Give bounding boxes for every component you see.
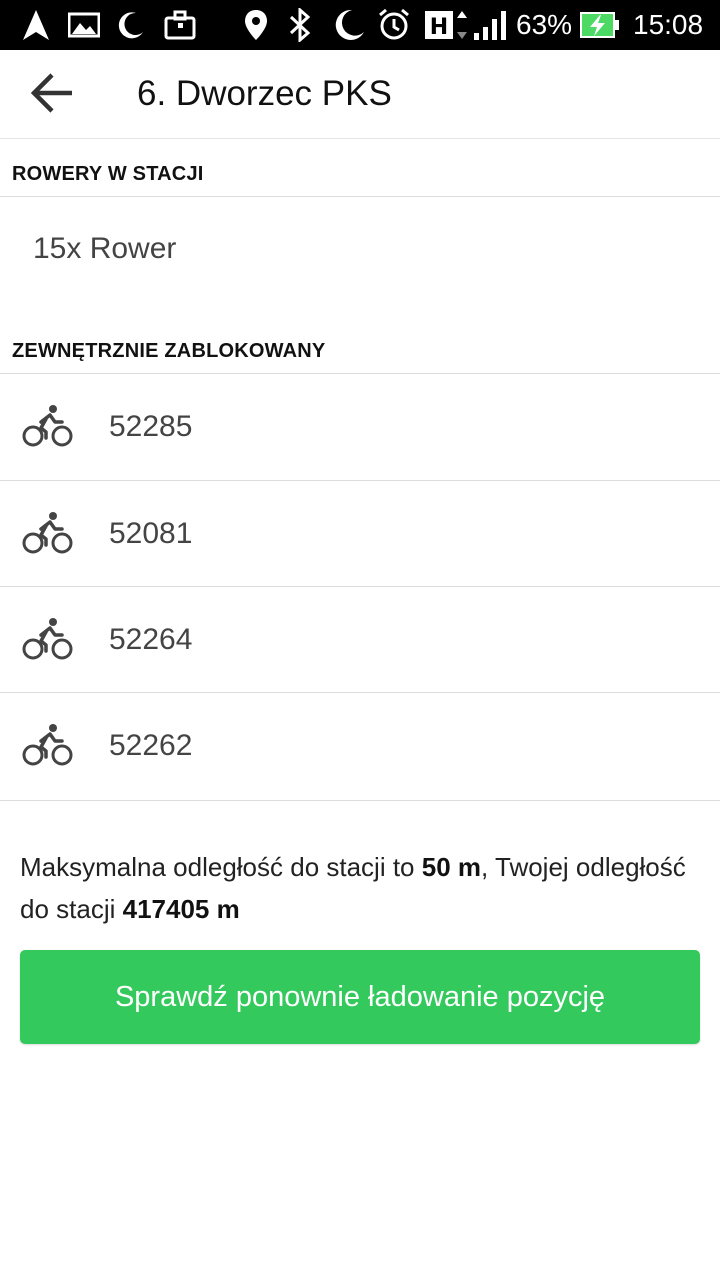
bike-icon <box>22 511 74 555</box>
battery-percent: 63% <box>516 9 573 40</box>
bike-icon <box>22 404 74 448</box>
bike-list-item[interactable]: 52262 <box>0 692 720 799</box>
your-distance: 417405 m <box>122 894 240 924</box>
distance-info: Maksymalna odległość do stacji to 50 m, … <box>20 846 700 930</box>
bike-number: 52262 <box>109 729 193 762</box>
location-icon <box>244 9 268 41</box>
bluetooth-icon <box>288 8 312 42</box>
signal-icon <box>472 9 508 41</box>
bike-count-row: 15x Rower <box>0 196 720 304</box>
recheck-position-button[interactable]: Sprawdź ponownie ładowanie pozycję <box>20 950 700 1044</box>
navigation-icon <box>22 9 50 41</box>
section-label: ZEWNĘTRZNIE ZABLOKOWANY <box>12 340 326 362</box>
do-not-disturb-icon <box>330 9 366 41</box>
bike-number: 52264 <box>109 623 193 656</box>
alarm-icon <box>377 8 411 41</box>
section-label: ROWERY W STACJI <box>12 163 204 185</box>
section-header-externally-locked: ZEWNĘTRZNIE ZABLOKOWANY <box>0 303 720 373</box>
status-bar: H 63% 15:08 <box>0 0 720 50</box>
battery-charging-icon <box>580 9 620 41</box>
image-icon <box>68 9 100 41</box>
back-button[interactable] <box>22 67 82 123</box>
svg-text:H: H <box>430 15 448 40</box>
bike-number: 52285 <box>109 410 193 443</box>
section-header-bikes-in-station: ROWERY W STACJI <box>0 139 720 196</box>
network-h-icon: H <box>424 9 470 41</box>
bike-number: 52081 <box>109 517 193 550</box>
moon-icon <box>116 9 146 41</box>
clock: 15:08 <box>633 9 704 40</box>
app-bar: 6. Dworzec PKS <box>0 50 720 139</box>
list-divider <box>0 800 720 801</box>
page-title: 6. Dworzec PKS <box>137 74 392 113</box>
bike-list-item[interactable]: 52081 <box>0 480 720 587</box>
bag-icon <box>164 9 196 41</box>
bike-list-item[interactable]: 52285 <box>0 373 720 480</box>
bike-list-item[interactable]: 52264 <box>0 586 720 693</box>
distance-prefix: Maksymalna odległość do stacji to <box>20 852 422 882</box>
bike-count-text: 15x Rower <box>33 232 177 265</box>
bike-icon <box>22 617 74 661</box>
arrow-back-icon <box>28 71 76 120</box>
bike-icon <box>22 723 74 767</box>
max-distance: 50 m <box>421 852 482 882</box>
